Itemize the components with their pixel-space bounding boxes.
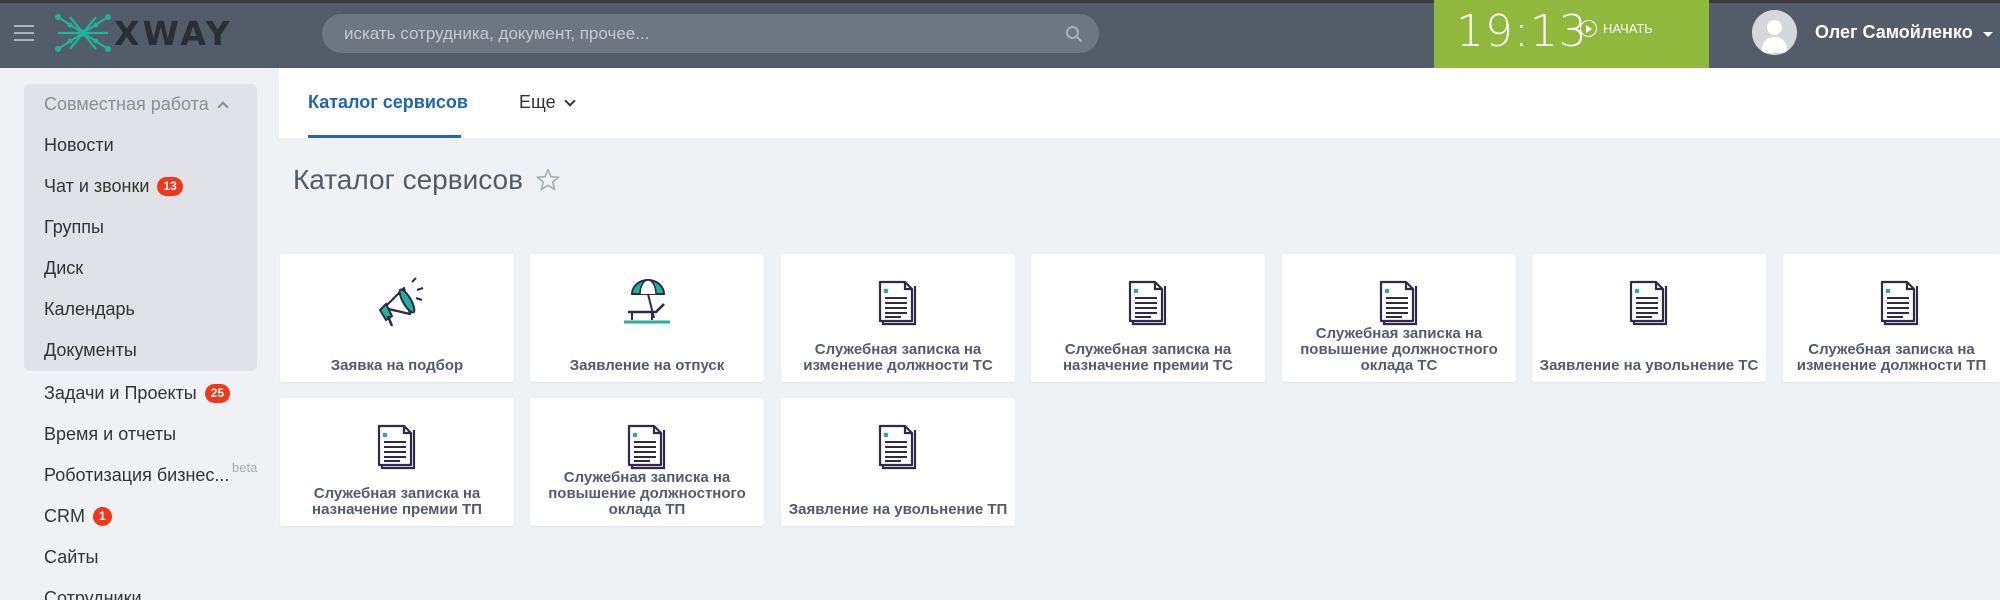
sidebar-item-automation[interactable]: Роботизация бизнес...: [44, 465, 229, 486]
chevron-down-icon: [563, 94, 576, 107]
top-tabs: Каталог сервисов Еще: [279, 68, 2000, 138]
start-workday-button[interactable]: НАЧАТЬ: [1580, 20, 1653, 37]
sidebar-item-disk[interactable]: Диск: [44, 258, 83, 279]
service-card[interactable]: Заявление на увольнение ТП: [781, 398, 1015, 526]
card-title: Заявление на увольнение ТС: [1539, 357, 1759, 374]
sidebar-item-tasks[interactable]: Задачи и Проекты 25: [44, 383, 231, 404]
sidebar-item-calendar[interactable]: Календарь: [44, 299, 135, 320]
clock: 19:13: [1456, 6, 1588, 57]
card-title: Служебная записка на назначение премии Т…: [1063, 341, 1233, 374]
service-card[interactable]: Заявление на увольнение ТС: [1532, 254, 1766, 382]
beach-chair-icon: [624, 279, 670, 324]
beta-label: beta: [232, 460, 258, 475]
top-header: XWAY 19:13 НАЧАТЬ Олег Самойленко: [0, 0, 2000, 68]
avatar: [1752, 10, 1797, 55]
search-icon[interactable]: [1065, 25, 1083, 43]
document-icon: [871, 274, 925, 328]
caret-down-icon: [1982, 31, 1993, 37]
tab-service-catalog[interactable]: Каталог сервисов: [308, 92, 468, 113]
counter-badge: 25: [204, 384, 231, 403]
document-icon: [1372, 274, 1426, 328]
star-icon[interactable]: [535, 167, 561, 193]
service-card[interactable]: Служебная записка на назначение премии Т…: [1031, 254, 1265, 382]
document-icon: [871, 418, 925, 472]
timeman-block: 19:13 НАЧАТЬ: [1434, 0, 1709, 68]
sidebar-item-groups[interactable]: Группы: [44, 217, 104, 238]
menu-burger-icon[interactable]: [14, 25, 34, 41]
search-input[interactable]: [344, 14, 1044, 53]
tab-more[interactable]: Еще: [519, 92, 576, 113]
service-card[interactable]: Заявление на отпуск: [530, 254, 764, 382]
logo[interactable]: XWAY: [54, 12, 233, 54]
service-card[interactable]: Служебная записка на повышение должностн…: [1282, 254, 1516, 382]
counter-badge: 13: [157, 177, 183, 196]
card-title: Служебная записка на повышение должностн…: [548, 469, 746, 518]
sidebar-item-sites[interactable]: Сайты: [44, 547, 98, 568]
sidebar-item-crm[interactable]: CRM 1: [44, 506, 112, 527]
card-title: Заявление на увольнение ТП: [788, 501, 1008, 518]
megaphone-icon: [378, 277, 424, 327]
document-icon: [1121, 274, 1175, 328]
document-icon: [1873, 274, 1927, 328]
sidebar-item-chat[interactable]: Чат и звонки 13: [44, 176, 183, 197]
left-sidebar: [0, 68, 279, 600]
card-title: Заявление на отпуск: [569, 357, 725, 374]
user-menu[interactable]: Олег Самойленко: [1752, 10, 1993, 55]
card-title: Служебная записка на изменение должности…: [803, 341, 993, 374]
play-icon: [1580, 20, 1597, 37]
document-icon: [620, 418, 674, 472]
start-label: НАЧАТЬ: [1603, 21, 1653, 36]
sidebar-item-documents[interactable]: Документы: [44, 340, 137, 361]
document-icon: [370, 418, 424, 472]
page-title: Каталог сервисов: [293, 164, 561, 196]
service-card[interactable]: Служебная записка на изменение должности…: [1783, 254, 2000, 382]
sidebar-item-news[interactable]: Новости: [44, 135, 114, 156]
card-title: Служебная записка на повышение должностн…: [1300, 325, 1498, 374]
document-icon: [1622, 274, 1676, 328]
service-card[interactable]: Служебная записка на назначение премии Т…: [280, 398, 514, 526]
user-name: Олег Самойленко: [1815, 22, 1973, 42]
logo-mark-icon: [55, 14, 111, 52]
logo-text: XWAY: [114, 13, 233, 53]
sidebar-item-employees[interactable]: Сотрудники: [44, 588, 142, 600]
active-tab-underline: [308, 135, 461, 138]
sidebar-group-title[interactable]: Совместная работа: [44, 94, 229, 115]
service-card[interactable]: Заявка на подбор: [280, 254, 514, 382]
card-title: Служебная записка на изменение должности…: [1796, 341, 1987, 374]
card-title: Служебная записка на назначение премии Т…: [312, 485, 482, 518]
service-card[interactable]: Служебная записка на повышение должностн…: [530, 398, 764, 526]
chevron-up-icon: [217, 101, 229, 113]
counter-badge: 1: [93, 507, 112, 526]
search-bar[interactable]: [322, 14, 1099, 53]
service-card[interactable]: Служебная записка на изменение должности…: [781, 254, 1015, 382]
sidebar-item-time-reports[interactable]: Время и отчеты: [44, 424, 176, 445]
card-title: Заявка на подбор: [330, 357, 464, 374]
